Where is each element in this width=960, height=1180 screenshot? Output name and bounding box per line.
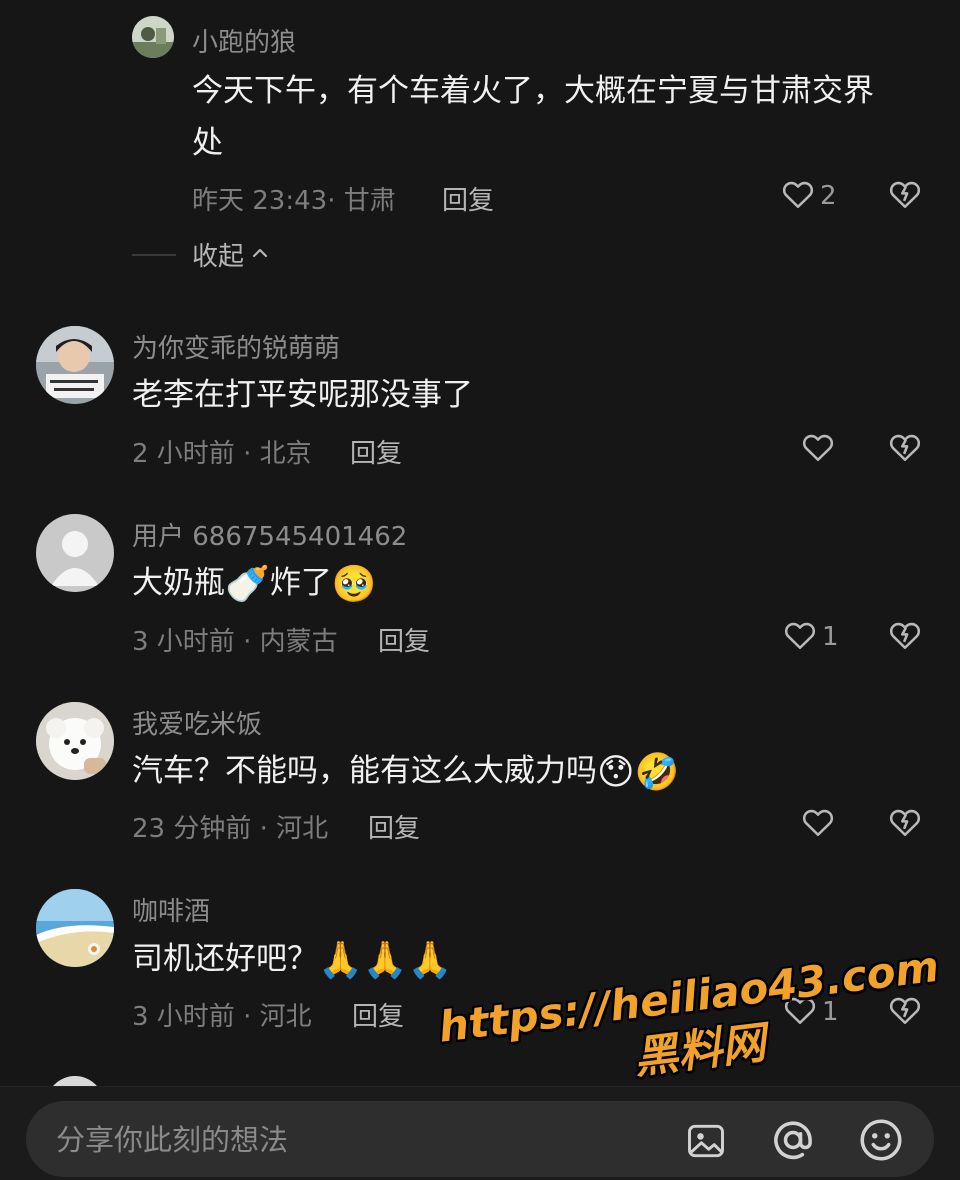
comment-input-bar xyxy=(0,1086,960,1180)
dislike-button[interactable] xyxy=(887,992,923,1032)
username[interactable]: 用户 6867545401462 xyxy=(132,516,407,553)
comment-text-part: 炸了 xyxy=(269,565,332,601)
heart-outline-icon xyxy=(800,804,836,844)
like-count: 2 xyxy=(820,181,837,211)
username[interactable]: 为你变乖的锐萌萌 xyxy=(132,328,340,365)
comment-meta: 3 小时前 · 内蒙古 xyxy=(132,627,338,657)
dislike-button[interactable] xyxy=(887,176,923,216)
avatar[interactable] xyxy=(36,326,114,404)
like-button[interactable] xyxy=(800,804,840,844)
reply-button[interactable]: 回复 xyxy=(378,621,430,658)
comment-meta: 2 小时前 · 北京 xyxy=(132,439,312,469)
teary-face-emoji: 🥹 xyxy=(331,564,377,605)
chevron-up-icon xyxy=(250,243,270,267)
watermark-url: https://heiliao43.com xyxy=(436,941,942,1052)
avatar[interactable] xyxy=(132,16,174,58)
like-button[interactable]: 1 xyxy=(782,617,839,657)
comment-text-part: 大奶瓶 xyxy=(132,565,225,601)
heart-outline-icon xyxy=(782,992,818,1032)
comment-text-part: 汽车？不能吗，能有这么大威力吗 xyxy=(132,753,597,789)
rolling-laughing-emoji: 🤣 xyxy=(634,752,680,793)
dislike-button[interactable] xyxy=(887,804,923,844)
image-icon[interactable] xyxy=(684,1119,728,1167)
default-avatar[interactable] xyxy=(36,514,114,592)
reply-button[interactable]: 回复 xyxy=(368,808,420,845)
heart-outline-icon xyxy=(800,429,836,469)
comment-input[interactable] xyxy=(54,1101,658,1179)
comment-meta: 昨天 23:43· 甘肃 xyxy=(192,186,396,216)
surprised-face-emoji: 😯 xyxy=(597,752,635,793)
heart-outline-icon xyxy=(782,617,818,657)
reply-button[interactable]: 回复 xyxy=(352,996,404,1033)
folded-hands-emoji: 🙏 xyxy=(318,940,363,981)
comment-text-line: 处 xyxy=(192,125,223,161)
like-count: 1 xyxy=(822,622,839,652)
avatar[interactable] xyxy=(36,889,114,967)
comment-list-screen: 小跑的狼 今天下午，有个车着火了，大概在宁夏与甘肃交界 处 昨天 23:43· … xyxy=(0,0,960,1180)
comment-text-line: 今天下午，有个车着火了，大概在宁夏与甘肃交界 xyxy=(192,73,874,109)
watermark: https://heiliao43.com 黑料网 xyxy=(436,942,949,1110)
like-count: 1 xyxy=(822,997,839,1027)
username[interactable]: 小跑的狼 xyxy=(192,22,296,59)
avatar[interactable] xyxy=(36,702,114,780)
dislike-button[interactable] xyxy=(887,617,923,657)
baby-bottle-emoji: 🍼 xyxy=(225,564,270,605)
folded-hands-emoji: 🙏 xyxy=(362,940,408,981)
comment-input-container[interactable] xyxy=(26,1101,934,1179)
at-icon[interactable] xyxy=(768,1115,818,1169)
like-button[interactable]: 1 xyxy=(782,992,839,1032)
broken-heart-icon xyxy=(887,997,923,1032)
smiley-icon[interactable] xyxy=(856,1115,906,1169)
broken-heart-icon xyxy=(887,809,923,844)
username[interactable]: 咖啡酒 xyxy=(132,891,210,928)
comment-text-part: 司机还好吧？ xyxy=(132,941,318,977)
comment-text: 汽车？不能吗，能有这么大威力吗😯🤣 xyxy=(132,744,679,800)
like-button[interactable] xyxy=(800,429,840,469)
dislike-button[interactable] xyxy=(887,429,923,469)
folded-hands-emoji: 🙏 xyxy=(407,940,453,981)
reply-button[interactable]: 回复 xyxy=(442,180,494,217)
collapse-replies-button[interactable]: 收起 xyxy=(132,236,270,273)
reply-button[interactable]: 回复 xyxy=(350,433,402,470)
comment-meta: 23 分钟前 · 河北 xyxy=(132,814,329,844)
collapse-label: 收起 xyxy=(192,242,245,272)
broken-heart-icon xyxy=(887,181,923,216)
broken-heart-icon xyxy=(887,622,923,657)
like-button[interactable]: 2 xyxy=(780,176,837,216)
heart-outline-icon xyxy=(780,176,816,216)
username[interactable]: 我爱吃米饭 xyxy=(132,704,262,741)
divider xyxy=(132,253,176,256)
comment-meta: 3 小时前 · 河北 xyxy=(132,1002,312,1032)
comment-text: 老李在打平安呢那没事了 xyxy=(132,377,473,413)
broken-heart-icon xyxy=(887,434,923,469)
comment-text: 大奶瓶🍼炸了🥹 xyxy=(132,556,377,612)
comment-text: 司机还好吧？🙏🙏🙏 xyxy=(132,932,452,988)
